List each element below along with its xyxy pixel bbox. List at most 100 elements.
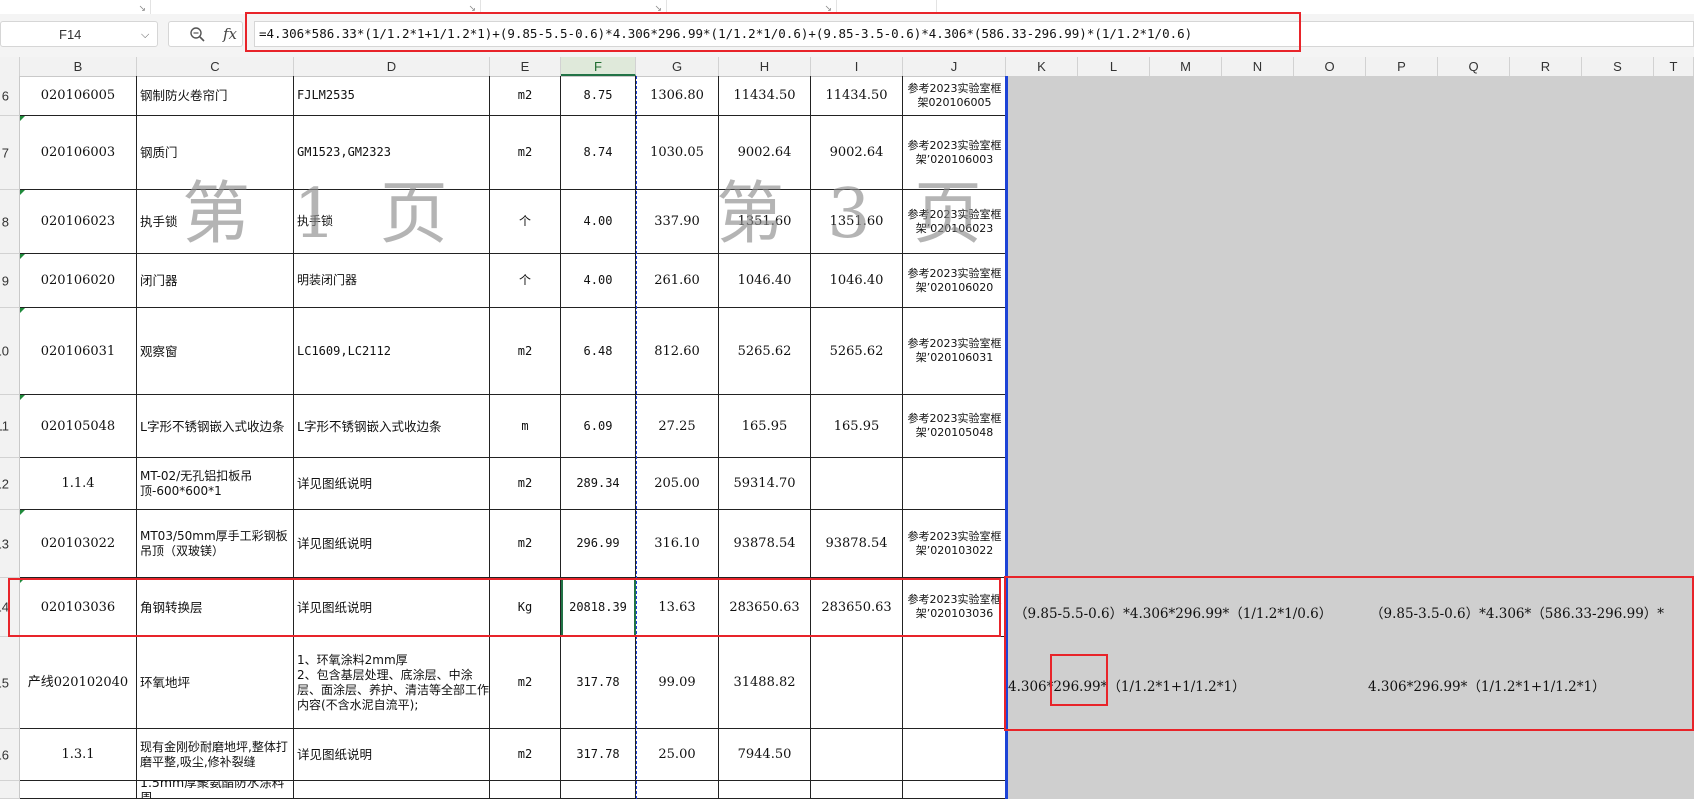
cell-g16[interactable]: 25.00: [636, 729, 719, 781]
cell-j10[interactable]: 参考2023实验室框架’020106031: [903, 308, 1006, 395]
corner-select-all[interactable]: [0, 57, 20, 76]
cell-c16[interactable]: 现有金刚砂耐磨地坪,整体打磨平整,吸尘,修补裂缝: [137, 729, 294, 781]
cell-i8[interactable]: 1351.60: [811, 190, 903, 254]
cell-c14[interactable]: 角钢转换层: [137, 578, 294, 637]
cell-g6[interactable]: 1306.80: [636, 76, 719, 116]
cell-e17[interactable]: [490, 781, 561, 799]
column-header-j[interactable]: J: [903, 57, 1006, 76]
cell-f9[interactable]: 4.00: [561, 254, 636, 308]
cell-d9[interactable]: 明装闭门器: [294, 254, 490, 308]
cell-i10[interactable]: 5265.62: [811, 308, 903, 395]
cell-c13[interactable]: MT03/50mm厚手工彩钢板吊顶（双玻镁）: [137, 510, 294, 578]
cell-c11[interactable]: L字形不锈钢嵌入式收边条: [137, 395, 294, 458]
cell-j15[interactable]: [903, 637, 1006, 729]
column-header-n[interactable]: N: [1222, 57, 1294, 76]
cell-c12[interactable]: MT-02/无孔铝扣板吊顶-600*600*1: [137, 458, 294, 510]
cell-j8[interactable]: 参考2023实验室框架’020106023: [903, 190, 1006, 254]
cell-h13[interactable]: 93878.54: [719, 510, 811, 578]
cell-e6[interactable]: m2: [490, 76, 561, 116]
cell-b6[interactable]: 020106005: [20, 76, 137, 116]
row-header[interactable]: 16: [0, 729, 20, 781]
cell-d16[interactable]: 详见图纸说明: [294, 729, 490, 781]
column-header-r[interactable]: R: [1510, 57, 1582, 76]
column-header-q[interactable]: Q: [1438, 57, 1510, 76]
cell-d17[interactable]: [294, 781, 490, 799]
cell-f8[interactable]: 4.00: [561, 190, 636, 254]
cell-i7[interactable]: 9002.64: [811, 116, 903, 190]
cell-g7[interactable]: 1030.05: [636, 116, 719, 190]
expand-icon[interactable]: ↘: [824, 4, 832, 14]
cell-b9[interactable]: 020106020: [20, 254, 137, 308]
column-header-m[interactable]: M: [1150, 57, 1222, 76]
row-header[interactable]: 8: [0, 190, 20, 254]
cell-f13[interactable]: 296.99: [561, 510, 636, 578]
column-header-o[interactable]: O: [1294, 57, 1366, 76]
cell-f16[interactable]: 317.78: [561, 729, 636, 781]
column-header-k[interactable]: K: [1006, 57, 1078, 76]
cell-e7[interactable]: m2: [490, 116, 561, 190]
cell-b11[interactable]: 020105048: [20, 395, 137, 458]
cell-d14[interactable]: 详见图纸说明: [294, 578, 490, 637]
cell-h11[interactable]: 165.95: [719, 395, 811, 458]
column-header-d[interactable]: D: [294, 57, 490, 76]
cell-c6[interactable]: 钢制防火卷帘门: [137, 76, 294, 116]
cell-f11[interactable]: 6.09: [561, 395, 636, 458]
cell-g9[interactable]: 261.60: [636, 254, 719, 308]
cell-f14[interactable]: 20818.39: [561, 578, 636, 637]
cell-j16[interactable]: [903, 729, 1006, 781]
cell-d12[interactable]: 详见图纸说明: [294, 458, 490, 510]
cell-h16[interactable]: 7944.50: [719, 729, 811, 781]
cell-b15[interactable]: 产线020102040: [20, 637, 137, 729]
cell-b16[interactable]: 1.3.1: [20, 729, 137, 781]
cell-i16[interactable]: [811, 729, 903, 781]
cell-b8[interactable]: 020106023: [20, 190, 137, 254]
cell-g17[interactable]: [636, 781, 719, 799]
cell-h7[interactable]: 9002.64: [719, 116, 811, 190]
cell-e8[interactable]: 个: [490, 190, 561, 254]
column-header-f[interactable]: F: [561, 57, 636, 76]
column-header-g[interactable]: G: [636, 57, 719, 76]
cell-f10[interactable]: 6.48: [561, 308, 636, 395]
cell-h9[interactable]: 1046.40: [719, 254, 811, 308]
cell-g14[interactable]: 13.63: [636, 578, 719, 637]
row-header[interactable]: 11: [0, 395, 20, 458]
side-note-row14-b[interactable]: （9.85-3.5-0.6）*4.306*（586.33-296.99）*: [1370, 602, 1664, 622]
cell-i6[interactable]: 11434.50: [811, 76, 903, 116]
cell-j7[interactable]: 参考2023实验室框架’020106003: [903, 116, 1006, 190]
cell-f7[interactable]: 8.74: [561, 116, 636, 190]
cell-c9[interactable]: 闭门器: [137, 254, 294, 308]
cell-e13[interactable]: m2: [490, 510, 561, 578]
row-header[interactable]: [0, 781, 20, 799]
fx-icon[interactable]: fx: [223, 25, 237, 43]
cell-j12[interactable]: [903, 458, 1006, 510]
name-box[interactable]: F14 ⌵: [0, 21, 158, 47]
cell-c17[interactable]: 1.5mm厚聚氨酯防水涂料周: [137, 781, 294, 799]
cell-i9[interactable]: 1046.40: [811, 254, 903, 308]
cell-h10[interactable]: 5265.62: [719, 308, 811, 395]
column-header-b[interactable]: B: [20, 57, 137, 76]
cell-d7[interactable]: GM1523,GM2323: [294, 116, 490, 190]
cell-e11[interactable]: m: [490, 395, 561, 458]
cell-d13[interactable]: 详见图纸说明: [294, 510, 490, 578]
cell-e12[interactable]: m2: [490, 458, 561, 510]
row-header[interactable]: 9: [0, 254, 20, 308]
cell-e10[interactable]: m2: [490, 308, 561, 395]
row-header[interactable]: 15: [0, 637, 20, 729]
column-header-s[interactable]: S: [1582, 57, 1654, 76]
cell-b17[interactable]: [20, 781, 137, 799]
expand-icon[interactable]: ↘: [468, 4, 476, 14]
side-note-row15-a[interactable]: 4.306*296.99*（1/1.2*1+1/1.2*1）: [1008, 675, 1246, 695]
row-header[interactable]: 10: [0, 308, 20, 395]
cell-f15[interactable]: 317.78: [561, 637, 636, 729]
cell-g8[interactable]: 337.90: [636, 190, 719, 254]
cell-e9[interactable]: 个: [490, 254, 561, 308]
cell-c8[interactable]: 执手锁: [137, 190, 294, 254]
side-note-row14-a[interactable]: （9.85-5.5-0.6）*4.306*296.99*（1/1.2*1/0.6…: [1014, 602, 1332, 622]
cell-h12[interactable]: 59314.70: [719, 458, 811, 510]
cell-h15[interactable]: 31488.82: [719, 637, 811, 729]
cell-i12[interactable]: [811, 458, 903, 510]
cell-g15[interactable]: 99.09: [636, 637, 719, 729]
cell-i17[interactable]: [811, 781, 903, 799]
cell-e14[interactable]: Kg: [490, 578, 561, 637]
cell-b12[interactable]: 1.1.4: [20, 458, 137, 510]
